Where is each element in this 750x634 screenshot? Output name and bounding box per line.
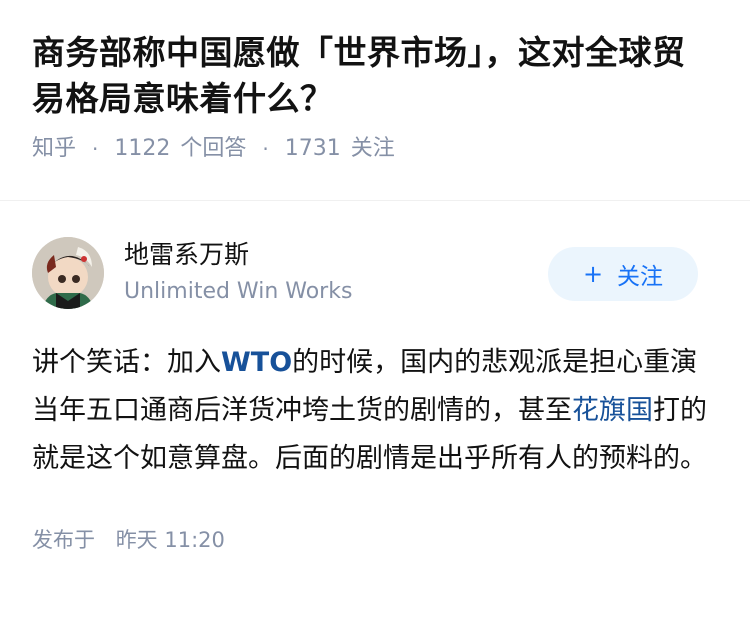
keyword-link[interactable]: 花旗国 (572, 395, 653, 426)
answer-content: 讲个笑话：加入WTO的时候，国内的悲观派是担心重演当年五口通商后洋货冲垮土货的剧… (32, 339, 718, 483)
keyword-link[interactable]: WTO (221, 347, 292, 378)
publish-time: 发布于 昨天 11:20 (32, 525, 718, 555)
author-info: 地雷系万斯 Unlimited Win Works (124, 238, 352, 308)
answer-text: 讲个笑话：加入 (32, 347, 221, 378)
avatar[interactable] (32, 237, 104, 309)
answer-card: 地雷系万斯 Unlimited Win Works + 关注 讲个笑话：加入WT… (0, 201, 750, 555)
plus-icon: + (582, 260, 604, 288)
separator-dot: · (262, 137, 269, 161)
publish-time-value: 昨天 11:20 (115, 528, 225, 552)
answers-count: 1122 (114, 136, 171, 161)
avatar-image (32, 237, 104, 309)
author-bio: Unlimited Win Works (124, 279, 353, 304)
author-name[interactable]: 地雷系万斯 (124, 238, 352, 272)
source-label[interactable]: 知乎 (32, 132, 76, 166)
publish-label: 发布于 (32, 528, 95, 552)
answers-label[interactable]: 个回答 (180, 132, 246, 166)
followers-label[interactable]: 关注 (351, 132, 395, 166)
author-row: 地雷系万斯 Unlimited Win Works + 关注 (32, 237, 718, 309)
separator-dot: · (92, 137, 99, 161)
follow-button[interactable]: + 关注 (548, 247, 698, 301)
question-title[interactable]: 商务部称中国愿做「世界市场」，这对全球贸易格局意味着什么？ (32, 30, 718, 122)
followers-count: 1731 (284, 136, 341, 161)
question-meta: 知乎 · 1122 个回答 · 1731 关注 (32, 132, 718, 166)
question-header: 商务部称中国愿做「世界市场」，这对全球贸易格局意味着什么？ 知乎 · 1122 … (0, 0, 750, 201)
follow-button-label: 关注 (617, 264, 664, 290)
